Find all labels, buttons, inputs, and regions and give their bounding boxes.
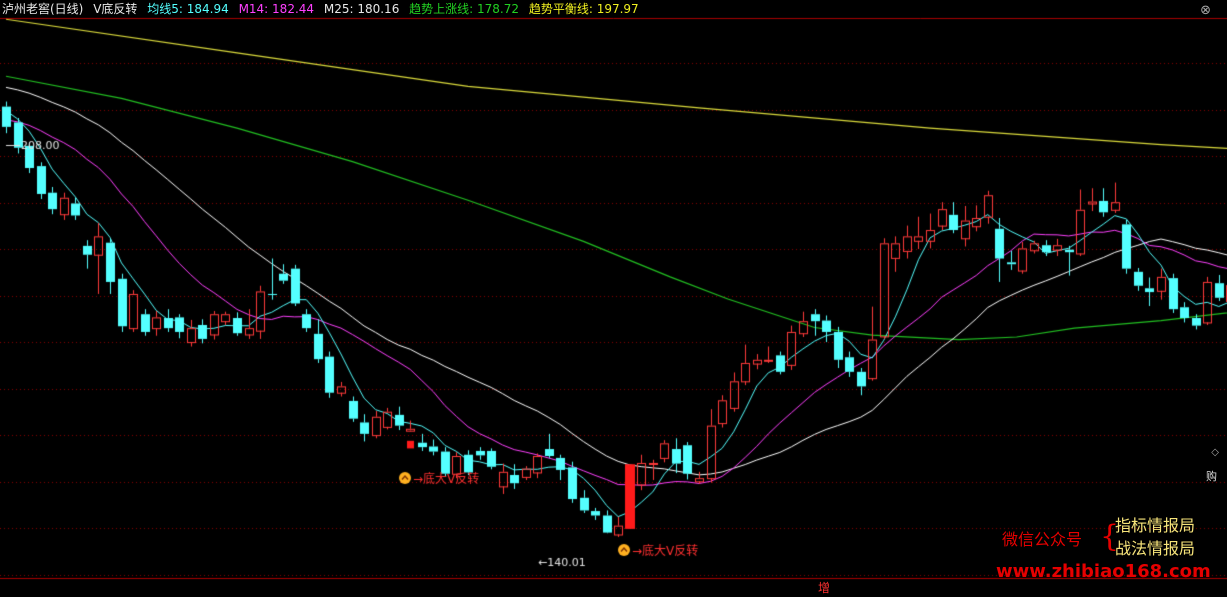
wechat-label: 微信公众号	[1002, 530, 1083, 549]
indicator-name[interactable]: V底反转	[93, 2, 137, 16]
close-icon[interactable]: ⊗	[1200, 3, 1211, 18]
watermark-name-1: 指标情报局	[1115, 516, 1196, 535]
bottom-tag[interactable]: 增	[818, 579, 830, 596]
watermark-name-2: 战法情报局	[1115, 539, 1196, 558]
ma5-legend: 均线5: 184.94	[147, 2, 229, 16]
ma25-legend: M25: 180.16	[323, 2, 400, 16]
trend-up-legend: 趋势上涨线: 178.72	[409, 2, 520, 16]
diamond-icon[interactable]: ◇	[1211, 447, 1219, 458]
chart-header: 泸州老窖(日线) V底反转 均线5: 184.94 M14: 182.44 M2…	[2, 2, 645, 16]
candlestick-chart[interactable]	[0, 0, 1227, 597]
trend-balance-legend: 趋势平衡线: 197.97	[528, 2, 639, 16]
stock-title[interactable]: 泸州老窖(日线)	[2, 2, 83, 16]
watermark: 微信公众号 { 指标情报局 战法情报局 www.zhibiao168.com	[996, 516, 1217, 593]
corner-tag: 购	[1206, 470, 1217, 483]
watermark-url: www.zhibiao168.com	[996, 561, 1211, 582]
ma14-legend: M14: 182.44	[238, 2, 315, 16]
